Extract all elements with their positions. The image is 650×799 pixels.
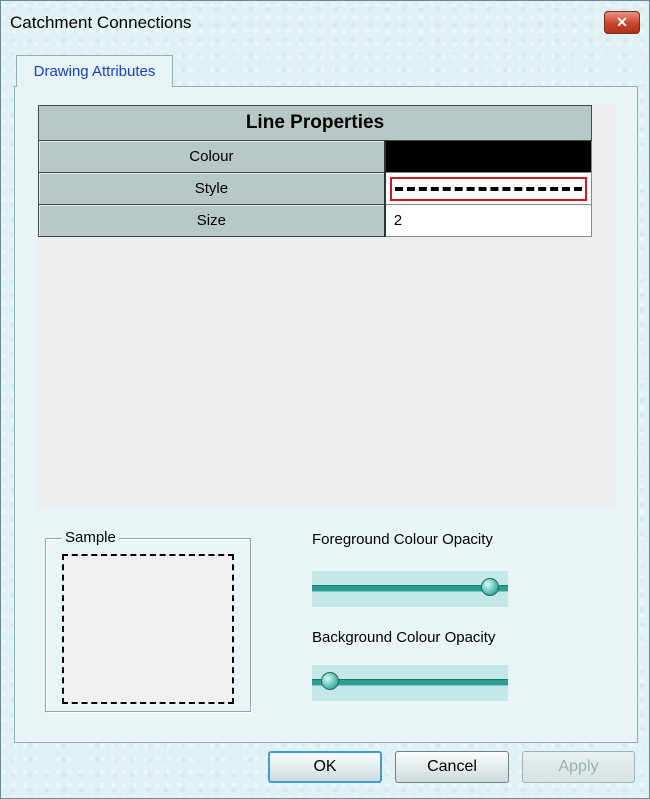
line-style-selector[interactable] — [389, 176, 587, 201]
slider-track — [312, 679, 508, 686]
ok-button[interactable]: OK — [268, 751, 382, 783]
foreground-opacity-label: Foreground Colour Opacity — [312, 531, 493, 548]
table-header: Line Properties — [38, 105, 592, 141]
dashed-line-preview — [394, 186, 582, 191]
tab-drawing-attributes[interactable]: Drawing Attributes — [16, 55, 173, 87]
slider-thumb[interactable] — [321, 672, 339, 690]
background-opacity-label: Background Colour Opacity — [312, 629, 496, 646]
property-name-size: Size — [37, 204, 386, 237]
close-button[interactable]: ✕ — [604, 11, 640, 34]
colour-swatch[interactable] — [384, 140, 592, 173]
dialog-window: Catchment Connections ✕ Drawing Attribut… — [0, 0, 650, 799]
sample-preview — [62, 554, 234, 704]
title-bar[interactable]: Catchment Connections ✕ — [1, 1, 649, 45]
table-row-size: Size 2 — [37, 204, 592, 237]
close-icon: ✕ — [616, 14, 628, 30]
property-name-colour: Colour — [37, 140, 386, 173]
background-opacity-slider[interactable] — [312, 665, 508, 701]
sample-label: Sample — [62, 529, 119, 546]
style-value-cell[interactable] — [384, 172, 592, 205]
slider-track — [312, 585, 508, 592]
line-properties-table: Line Properties Colour Style Size 2 — [37, 105, 592, 237]
slider-thumb[interactable] — [481, 578, 499, 596]
cancel-button[interactable]: Cancel — [395, 751, 509, 783]
property-name-style: Style — [37, 172, 386, 205]
table-row-style: Style — [37, 172, 592, 205]
foreground-opacity-slider[interactable] — [312, 571, 508, 607]
size-value-cell[interactable]: 2 — [384, 204, 592, 237]
apply-button[interactable]: Apply — [522, 751, 635, 783]
size-value: 2 — [393, 212, 403, 229]
tab-label: Drawing Attributes — [33, 63, 156, 80]
table-row-colour: Colour — [37, 140, 592, 173]
window-title: Catchment Connections — [10, 13, 192, 32]
